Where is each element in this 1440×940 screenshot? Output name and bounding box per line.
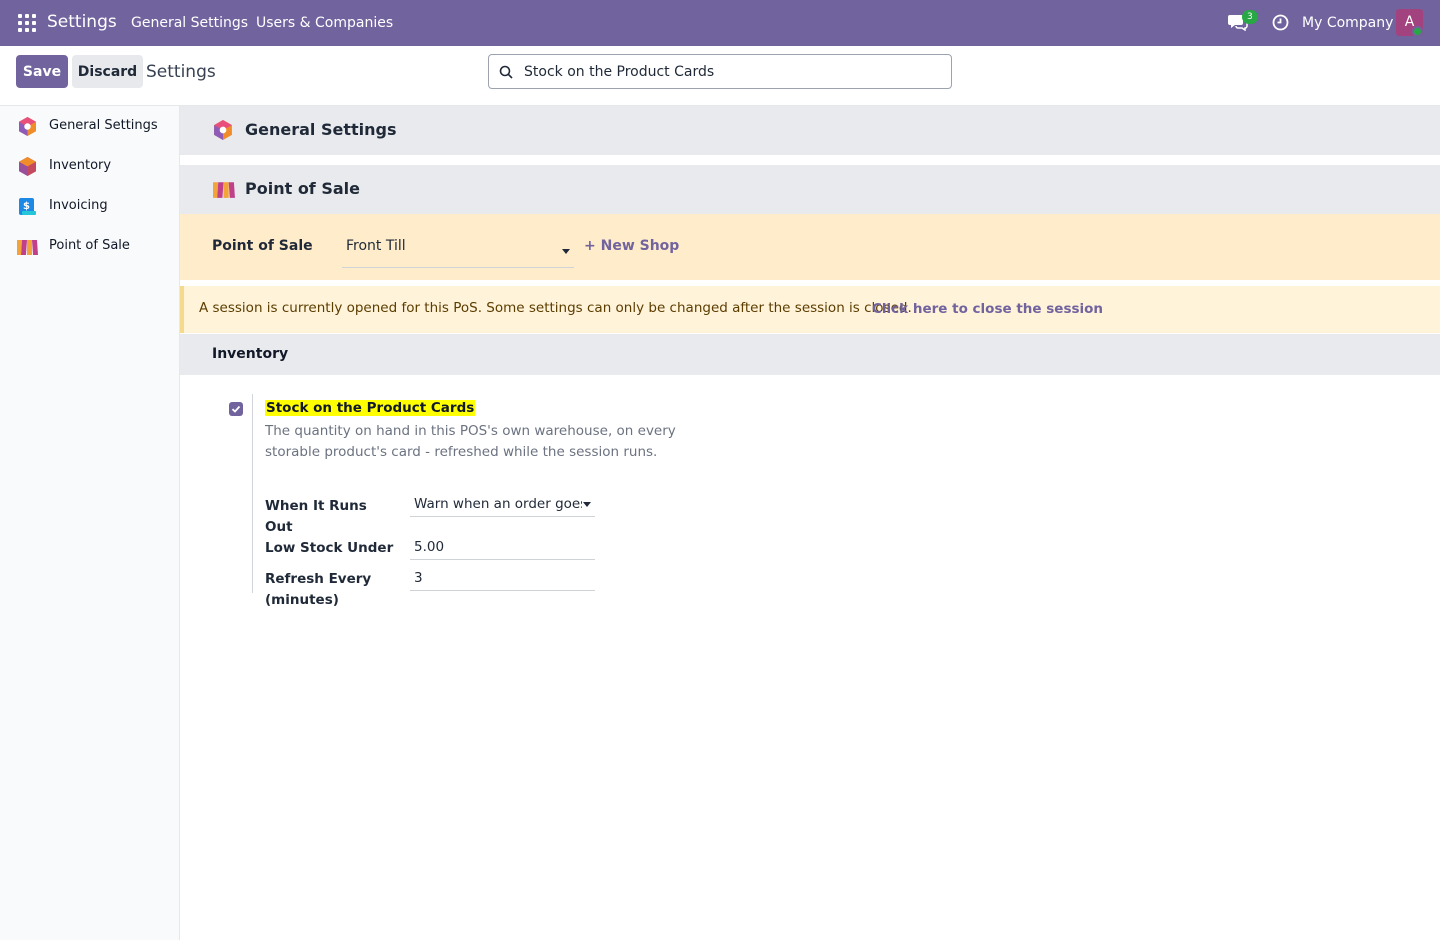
- general-settings-header: General Settings: [180, 106, 1440, 155]
- refresh-every-value: 3: [414, 570, 423, 586]
- sidebar-item-label: Inventory: [49, 158, 112, 173]
- settings-hexagon-icon: [214, 120, 232, 140]
- when-runs-out-label: When It Runs Out: [265, 498, 367, 535]
- company-switcher[interactable]: My Company: [1302, 15, 1393, 31]
- sidebar-item-label: General Settings: [49, 118, 158, 133]
- sidebar-item-inventory[interactable]: Inventory: [0, 146, 179, 186]
- menu-users-companies[interactable]: Users & Companies: [256, 15, 393, 31]
- discard-button[interactable]: Discard: [72, 55, 143, 88]
- page-title: Settings: [146, 62, 216, 82]
- app-brand[interactable]: Settings: [47, 12, 117, 32]
- inventory-cube-icon: [19, 157, 36, 176]
- menu-general-settings[interactable]: General Settings: [131, 15, 248, 31]
- presence-status-icon: [1412, 26, 1423, 37]
- when-runs-out-value: Warn when an order goes below zero: [414, 496, 582, 512]
- settings-main: General Settings Point of Sale Point of …: [180, 106, 1440, 940]
- section-title: Inventory: [212, 346, 289, 362]
- settings-sidebar: General Settings Inventory $ Invoicing P…: [0, 106, 180, 940]
- inventory-section-header: Inventory: [180, 334, 1440, 375]
- setting-description: The quantity on hand in this POS's own w…: [265, 423, 676, 460]
- search-icon: [499, 65, 513, 79]
- close-session-link[interactable]: Click here to close the session: [872, 301, 1103, 317]
- session-alert: A session is currently opened for this P…: [180, 286, 1440, 333]
- chat-count-badge: 3: [1242, 10, 1258, 24]
- when-runs-out-select[interactable]: Warn when an order goes below zero: [410, 491, 595, 517]
- point-of-sale-icon: [17, 240, 38, 255]
- svg-text:$: $: [23, 201, 30, 212]
- control-panel: Save Discard Settings: [0, 46, 1440, 106]
- pos-select-value: Front Till: [346, 238, 406, 254]
- pos-select[interactable]: Front Till: [342, 234, 574, 268]
- clock-icon[interactable]: [1272, 14, 1289, 31]
- top-navbar: Settings General Settings Users & Compan…: [0, 0, 1440, 46]
- stock-on-cards-checkbox[interactable]: [229, 402, 243, 416]
- check-icon: [231, 405, 241, 413]
- low-stock-under-value: 5.00: [414, 539, 445, 555]
- low-stock-under-input[interactable]: 5.00: [410, 534, 595, 560]
- point-of-sale-icon: [213, 182, 235, 198]
- sidebar-item-invoicing[interactable]: $ Invoicing: [0, 186, 179, 226]
- save-button[interactable]: Save: [16, 55, 68, 88]
- setting-stock-on-product-cards: Stock on the Product Cards The quantity …: [220, 394, 720, 608]
- pos-field-label: Point of Sale: [212, 238, 313, 254]
- pos-selector-bar: Point of Sale Front Till + New Shop: [180, 214, 1440, 280]
- sidebar-item-point-of-sale[interactable]: Point of Sale: [0, 226, 179, 266]
- search-input[interactable]: [524, 62, 944, 82]
- setting-title: Stock on the Product Cards: [265, 400, 476, 416]
- settings-hexagon-icon: [19, 117, 36, 136]
- refresh-every-input[interactable]: 3: [410, 565, 595, 591]
- point-of-sale-header: Point of Sale: [180, 165, 1440, 214]
- apps-grid-icon[interactable]: [18, 14, 36, 32]
- section-title: General Settings: [245, 120, 397, 139]
- refresh-every-label: Refresh Every (minutes): [265, 571, 372, 608]
- low-stock-under-label: Low Stock Under: [265, 540, 394, 556]
- sidebar-item-label: Point of Sale: [49, 238, 130, 253]
- setting-divider: [252, 394, 253, 593]
- chevron-down-icon: [562, 249, 570, 254]
- new-shop-button[interactable]: + New Shop: [584, 238, 679, 254]
- sidebar-item-label: Invoicing: [49, 198, 108, 213]
- session-alert-text: A session is currently opened for this P…: [199, 300, 912, 316]
- sidebar-item-general-settings[interactable]: General Settings: [0, 106, 179, 146]
- section-title: Point of Sale: [245, 179, 360, 198]
- invoicing-icon: $: [19, 198, 36, 215]
- search-bar[interactable]: [488, 54, 952, 89]
- chevron-down-icon: [583, 502, 591, 507]
